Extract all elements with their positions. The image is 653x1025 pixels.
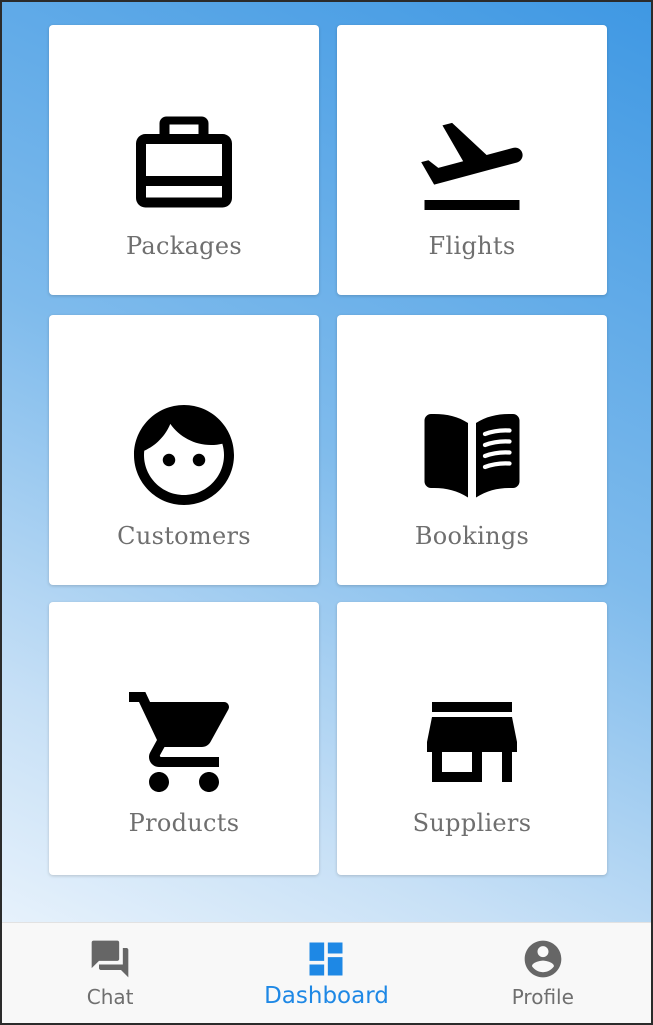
shopping-cart-icon — [124, 682, 244, 802]
tile-label-customers: Customers — [117, 522, 251, 550]
store-icon — [412, 682, 532, 802]
tile-suppliers[interactable]: Suppliers — [337, 602, 607, 875]
nav-item-chat[interactable]: Chat — [2, 923, 218, 1023]
dashboard-icon — [304, 937, 348, 981]
tile-bookings[interactable]: Bookings — [337, 315, 607, 585]
nav-item-dashboard[interactable]: Dashboard — [218, 923, 434, 1023]
app-screen: Packages Flights Customers Bookings Prod… — [0, 0, 653, 1025]
face-icon — [124, 395, 244, 515]
nav-label-chat: Chat — [86, 985, 134, 1009]
tile-label-flights: Flights — [428, 232, 516, 260]
open-book-icon — [412, 395, 532, 515]
tile-customers[interactable]: Customers — [49, 315, 319, 585]
account-circle-icon — [521, 937, 565, 981]
tile-label-products: Products — [128, 809, 240, 837]
tile-label-bookings: Bookings — [414, 522, 530, 550]
tile-flights[interactable]: Flights — [337, 25, 607, 295]
nav-label-profile: Profile — [511, 985, 574, 1009]
tile-packages[interactable]: Packages — [49, 25, 319, 295]
bottom-navigation: Chat Dashboard Profile — [2, 922, 651, 1023]
nav-label-dashboard: Dashboard — [264, 983, 389, 1009]
tile-label-packages: Packages — [126, 232, 242, 260]
dashboard-grid: Packages Flights Customers Bookings Prod… — [49, 25, 607, 875]
tile-products[interactable]: Products — [49, 602, 319, 875]
flight-takeoff-icon — [412, 105, 532, 225]
chat-icon — [88, 937, 132, 981]
nav-item-profile[interactable]: Profile — [435, 923, 651, 1023]
tile-label-suppliers: Suppliers — [412, 809, 532, 837]
briefcase-icon — [124, 105, 244, 225]
